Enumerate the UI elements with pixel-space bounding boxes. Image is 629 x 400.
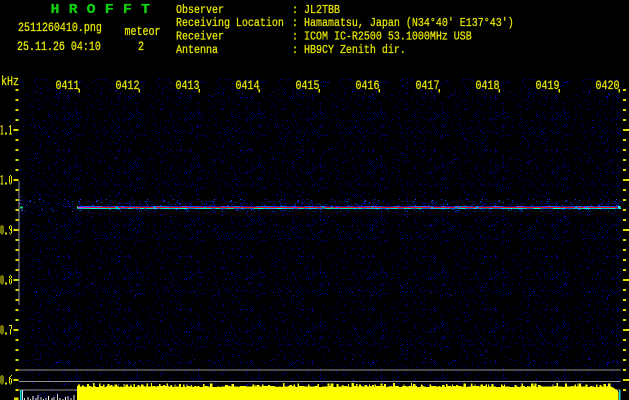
svg-text:0418: 0418	[476, 80, 500, 93]
svg-text:0414: 0414	[236, 80, 260, 93]
svg-text:HROFFT: HROFFT	[50, 3, 159, 18]
svg-text:: HB9CY Zenith dir.: : HB9CY Zenith dir.	[292, 44, 406, 57]
svg-text:0416: 0416	[356, 80, 380, 93]
svg-text:0415: 0415	[296, 80, 320, 93]
svg-text:0411: 0411	[56, 80, 80, 93]
svg-text:Receiver: Receiver	[176, 31, 224, 44]
svg-text:25.11.26 04:10: 25.11.26 04:10	[17, 41, 101, 54]
svg-text:0419: 0419	[536, 80, 560, 93]
svg-text:Antenna: Antenna	[176, 44, 218, 57]
svg-text:: ICOM IC-R2500 53.1000MHz USB: : ICOM IC-R2500 53.1000MHz USB	[292, 31, 472, 44]
svg-text:0417: 0417	[416, 80, 440, 93]
svg-text:2511260410.png: 2511260410.png	[18, 22, 102, 35]
svg-text:0420: 0420	[596, 80, 620, 93]
svg-text:Receiving Location: Receiving Location	[176, 17, 284, 30]
svg-text:kHz: kHz	[1, 76, 19, 89]
svg-text:0413: 0413	[176, 80, 200, 93]
svg-text:: JL2TBB: : JL2TBB	[292, 4, 340, 17]
svg-text:2: 2	[138, 41, 144, 54]
svg-text:: Hamamatsu, Japan (N34°40' E1: : Hamamatsu, Japan (N34°40' E137°43')	[292, 17, 514, 30]
svg-text:Observer: Observer	[176, 4, 224, 17]
svg-text:meteor: meteor	[125, 26, 161, 39]
svg-text:0412: 0412	[116, 80, 140, 93]
